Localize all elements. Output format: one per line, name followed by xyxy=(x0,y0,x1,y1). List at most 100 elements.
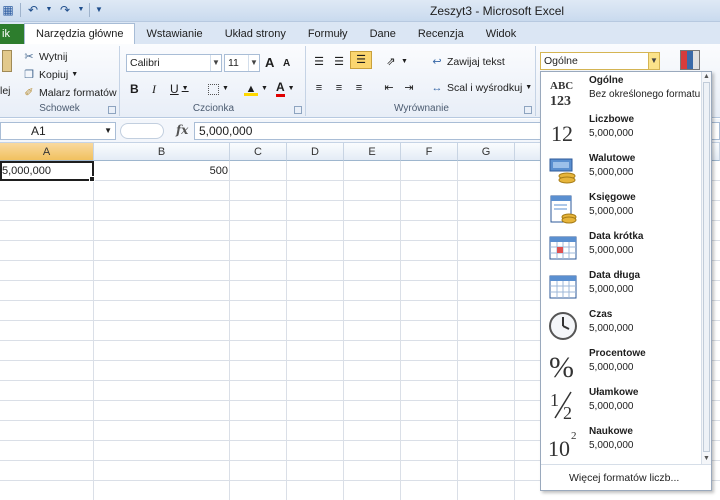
format-option-label: Naukowe xyxy=(589,426,633,437)
align-left-button[interactable]: ≡ xyxy=(312,79,326,97)
tab-formulas[interactable]: Formuły xyxy=(297,24,359,44)
font-size-combo[interactable]: 11 ▼ xyxy=(224,54,260,72)
name-box[interactable]: A1 ▼ xyxy=(0,122,116,140)
cell-b1[interactable]: 500 xyxy=(94,162,228,180)
wrap-text-button[interactable]: ↩ Zawijaj tekst xyxy=(430,53,505,71)
scrollbar-thumb[interactable] xyxy=(703,82,710,452)
svg-text:1: 1 xyxy=(550,390,559,410)
chevron-down-icon[interactable]: ▼ xyxy=(648,53,659,69)
svg-text:10: 10 xyxy=(548,436,570,459)
scroll-down-icon[interactable]: ▼ xyxy=(702,454,711,464)
format-painter-button[interactable]: ✐ Malarz formatów xyxy=(22,84,116,102)
format-option-preview: 5,000,000 xyxy=(589,440,634,451)
grid-line xyxy=(229,161,230,500)
alignment-group: ☰ ☰ ☰ ⇗ ▼ ↩ Zawijaj tekst ≡ ≡ ≡ ⇤ ⇥ ↔ Sc… xyxy=(308,46,536,116)
accounting-format-icon xyxy=(547,193,579,225)
align-top-button[interactable]: ☰ xyxy=(312,53,326,71)
format-option-number[interactable]: 12 Liczbowe 5,000,000 xyxy=(541,111,701,150)
wrap-text-label: Zawijaj tekst xyxy=(447,56,505,68)
align-right-icon: ≡ xyxy=(355,82,363,94)
quick-access-toolbar: ▦ ↶ ▼ ↷ ▼ ▼ xyxy=(0,2,104,18)
redo-dropdown-icon[interactable]: ▼ xyxy=(77,2,85,18)
chevron-down-icon[interactable]: ▼ xyxy=(104,123,112,139)
format-option-preview: 5,000,000 xyxy=(589,401,634,412)
undo-dropdown-icon[interactable]: ▼ xyxy=(45,2,53,18)
font-name-combo[interactable]: Calibri ▼ xyxy=(126,54,222,72)
column-header-b[interactable]: B xyxy=(94,143,230,161)
format-option-scientific[interactable]: 10 2 Naukowe 5,000,000 xyxy=(541,423,701,462)
redo-icon[interactable]: ↷ xyxy=(57,2,73,18)
column-header-c[interactable]: C xyxy=(230,143,287,161)
formula-bar-resize-handle[interactable] xyxy=(120,123,164,139)
align-center-icon: ≡ xyxy=(335,82,343,94)
format-option-label: Liczbowe xyxy=(589,114,635,125)
tab-page-layout[interactable]: Układ strony xyxy=(214,24,297,44)
column-header-g[interactable]: G xyxy=(458,143,515,161)
align-right-button[interactable]: ≡ xyxy=(352,79,366,97)
format-option-preview: 5,000,000 xyxy=(589,284,634,295)
undo-icon[interactable]: ↶ xyxy=(25,2,41,18)
column-header-e[interactable]: E xyxy=(344,143,401,161)
tab-home[interactable]: Narzędzia główne xyxy=(24,23,136,44)
scroll-up-icon[interactable]: ▲ xyxy=(702,72,711,82)
tab-view[interactable]: Widok xyxy=(475,24,528,44)
dropdown-scrollbar[interactable]: ▲ ▼ xyxy=(701,72,711,464)
chevron-down-icon[interactable]: ▼ xyxy=(248,55,259,71)
svg-text:12: 12 xyxy=(551,121,573,146)
grow-font-icon: A xyxy=(265,55,275,70)
chevron-down-icon[interactable]: ▼ xyxy=(182,80,189,98)
merge-center-label: Scal i wyśrodkuj xyxy=(447,82,523,94)
long-date-format-icon xyxy=(547,271,579,303)
format-option-time[interactable]: Czas 5,000,000 xyxy=(541,306,701,345)
shrink-font-button[interactable]: A xyxy=(283,55,290,73)
font-name-value: Calibri xyxy=(130,57,160,69)
italic-button[interactable]: I xyxy=(152,80,156,98)
column-header-d[interactable]: D xyxy=(287,143,344,161)
format-option-preview: 5,000,000 xyxy=(589,206,634,217)
merge-center-button[interactable]: ↔ Scal i wyśrodkuj ▼ xyxy=(430,79,533,97)
copy-button[interactable]: ❐ Kopiuj ▼ xyxy=(22,66,78,84)
column-header-f[interactable]: F xyxy=(401,143,458,161)
fill-color-button[interactable]: ▲ ▼ xyxy=(244,80,268,98)
percentage-format-icon: % xyxy=(547,349,579,381)
tab-review[interactable]: Recenzja xyxy=(407,24,475,44)
dialog-launcher-icon[interactable] xyxy=(524,106,532,114)
decrease-indent-button[interactable]: ⇤ xyxy=(382,79,396,97)
format-option-percentage[interactable]: % Procentowe 5,000,000 xyxy=(541,345,701,384)
align-bottom-button[interactable]: ☰ xyxy=(350,51,372,69)
paste-button[interactable]: lej xyxy=(0,50,14,97)
dialog-launcher-icon[interactable] xyxy=(108,106,116,114)
chevron-down-icon[interactable]: ▼ xyxy=(210,55,221,71)
fill-handle[interactable] xyxy=(89,176,95,182)
increase-indent-button[interactable]: ⇥ xyxy=(402,79,416,97)
svg-text:2: 2 xyxy=(571,430,577,442)
borders-button[interactable]: ▼ xyxy=(208,80,229,98)
tab-data[interactable]: Dane xyxy=(359,24,407,44)
cut-button[interactable]: ✂ Wytnij xyxy=(22,48,67,66)
shrink-font-icon: A xyxy=(283,58,291,69)
insert-function-icon[interactable]: fx xyxy=(176,123,188,137)
conditional-format-button[interactable] xyxy=(680,48,704,72)
column-header-a[interactable]: A xyxy=(0,143,94,161)
save-icon[interactable]: ▦ xyxy=(0,2,16,18)
number-format-combo[interactable]: Ogólne ▼ xyxy=(540,52,660,70)
align-center-button[interactable]: ≡ xyxy=(332,79,346,97)
more-number-formats-link[interactable]: Więcej formatów liczb... xyxy=(541,464,711,490)
font-color-button[interactable]: A ▼ xyxy=(276,80,295,98)
orientation-button[interactable]: ⇗ ▼ xyxy=(384,53,408,71)
format-option-general[interactable]: ABC 123 Ogólne Bez określonego formatu xyxy=(541,72,701,111)
format-option-long-date[interactable]: Data długa 5,000,000 xyxy=(541,267,701,306)
underline-button[interactable]: U ▼ xyxy=(170,80,189,98)
grow-font-button[interactable]: A xyxy=(265,54,274,72)
format-option-short-date[interactable]: Data krótka 5,000,000 xyxy=(541,228,701,267)
tab-insert[interactable]: Wstawianie xyxy=(135,24,213,44)
format-option-fraction[interactable]: 12 Ułamkowe 5,000,000 xyxy=(541,384,701,423)
bold-button[interactable]: B ▼ xyxy=(130,80,148,98)
grid-line xyxy=(514,161,515,500)
customize-qat-icon[interactable]: ▼ xyxy=(94,2,104,18)
format-option-currency[interactable]: Walutowe 5,000,000 xyxy=(541,150,701,189)
format-option-accounting[interactable]: Księgowe 5,000,000 xyxy=(541,189,701,228)
dialog-launcher-icon[interactable] xyxy=(294,106,302,114)
align-middle-button[interactable]: ☰ xyxy=(332,53,346,71)
tab-file[interactable]: ik xyxy=(0,24,24,44)
